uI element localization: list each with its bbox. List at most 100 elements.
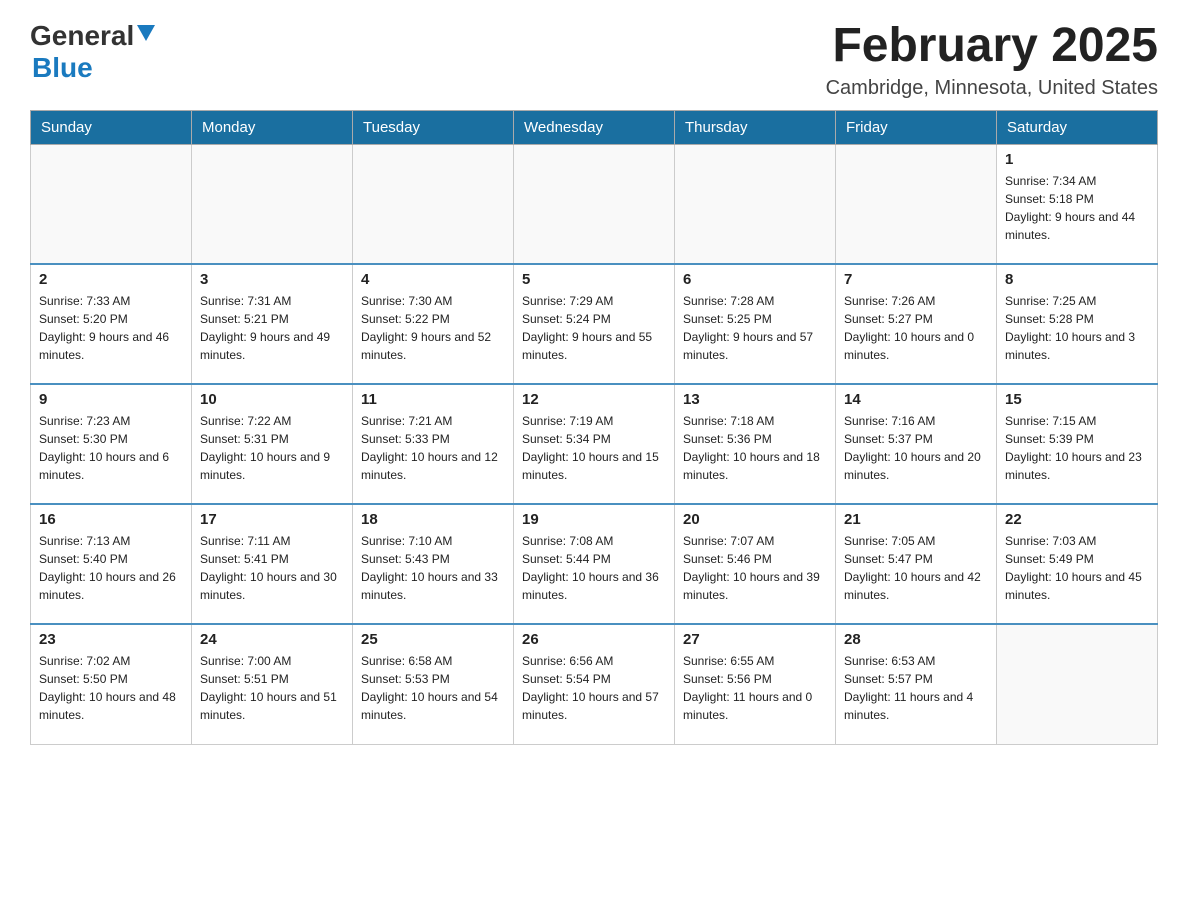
day-number: 21 xyxy=(844,511,988,528)
calendar-week-row: 9Sunrise: 7:23 AMSunset: 5:30 PMDaylight… xyxy=(31,384,1158,504)
calendar-week-row: 23Sunrise: 7:02 AMSunset: 5:50 PMDayligh… xyxy=(31,624,1158,744)
day-info-text: Sunrise: 6:53 AM xyxy=(844,652,988,670)
day-info-text: Daylight: 10 hours and 57 minutes. xyxy=(522,688,666,724)
day-info-text: Daylight: 10 hours and 39 minutes. xyxy=(683,568,827,604)
day-info-text: Sunset: 5:36 PM xyxy=(683,430,827,448)
day-info-text: Sunset: 5:33 PM xyxy=(361,430,505,448)
day-info-text: Daylight: 10 hours and 26 minutes. xyxy=(39,568,183,604)
day-info-text: Sunset: 5:28 PM xyxy=(1005,310,1149,328)
table-row: 12Sunrise: 7:19 AMSunset: 5:34 PMDayligh… xyxy=(514,384,675,504)
day-info-text: Sunset: 5:25 PM xyxy=(683,310,827,328)
table-row: 8 Sunrise: 7:25 AMSunset: 5:28 PMDaylight… xyxy=(997,264,1158,384)
day-info-text: Sunrise: 7:23 AM xyxy=(39,412,183,430)
table-row: 21Sunrise: 7:05 AMSunset: 5:47 PMDayligh… xyxy=(836,504,997,624)
day-info-text: Sunset: 5:54 PM xyxy=(522,670,666,688)
day-info-text: Daylight: 10 hours and 51 minutes. xyxy=(200,688,344,724)
header-sunday: Sunday xyxy=(31,110,192,144)
table-row xyxy=(997,624,1158,744)
day-number: 25 xyxy=(361,631,505,648)
day-info-text: Sunset: 5:20 PM xyxy=(39,310,183,328)
calendar-week-row: 2Sunrise: 7:33 AMSunset: 5:20 PMDaylight… xyxy=(31,264,1158,384)
header-friday: Friday xyxy=(836,110,997,144)
day-info-text: Sunset: 5:40 PM xyxy=(39,550,183,568)
day-info-text: Daylight: 10 hours and 33 minutes. xyxy=(361,568,505,604)
table-row xyxy=(836,144,997,264)
table-row xyxy=(675,144,836,264)
day-number: 11 xyxy=(361,391,505,408)
calendar-week-row: 16Sunrise: 7:13 AMSunset: 5:40 PMDayligh… xyxy=(31,504,1158,624)
day-info-text: Daylight: 10 hours and 0 minutes. xyxy=(844,328,988,364)
day-info-text: Sunset: 5:31 PM xyxy=(200,430,344,448)
day-number: 7 xyxy=(844,271,988,288)
day-info-text: Sunrise: 7:10 AM xyxy=(361,532,505,550)
day-info-text: Sunrise: 7:11 AM xyxy=(200,532,344,550)
day-number: 12 xyxy=(522,391,666,408)
day-info-text: Sunrise: 7:22 AM xyxy=(200,412,344,430)
page-header: General Blue February 2025 Cambridge, Mi… xyxy=(30,20,1158,100)
table-row: 9Sunrise: 7:23 AMSunset: 5:30 PMDaylight… xyxy=(31,384,192,504)
calendar-header-row: Sunday Monday Tuesday Wednesday Thursday… xyxy=(31,110,1158,144)
day-number: 10 xyxy=(200,391,344,408)
header-wednesday: Wednesday xyxy=(514,110,675,144)
day-info-text: Daylight: 10 hours and 30 minutes. xyxy=(200,568,344,604)
table-row: 18 Sunrise: 7:10 AMSunset: 5:43 PMDayligh… xyxy=(353,504,514,624)
day-number: 23 xyxy=(39,631,183,648)
table-row: 2Sunrise: 7:33 AMSunset: 5:20 PMDaylight… xyxy=(31,264,192,384)
day-info-text: Sunrise: 7:26 AM xyxy=(844,292,988,310)
day-info-text: Sunset: 5:21 PM xyxy=(200,310,344,328)
day-info-text: Daylight: 10 hours and 48 minutes. xyxy=(39,688,183,724)
day-info-text: Sunrise: 7:31 AM xyxy=(200,292,344,310)
day-info-text: Sunset: 5:47 PM xyxy=(844,550,988,568)
day-info-text: Sunrise: 7:16 AM xyxy=(844,412,988,430)
header-monday: Monday xyxy=(192,110,353,144)
table-row xyxy=(353,144,514,264)
day-info-text: Sunrise: 7:13 AM xyxy=(39,532,183,550)
day-info-text: Daylight: 10 hours and 6 minutes. xyxy=(39,448,183,484)
day-info-text: Daylight: 9 hours and 44 minutes. xyxy=(1005,208,1149,244)
day-info-text: Sunrise: 7:34 AM xyxy=(1005,172,1149,190)
day-number: 5 xyxy=(522,271,666,288)
day-info-text: Daylight: 10 hours and 23 minutes. xyxy=(1005,448,1149,484)
day-number: 26 xyxy=(522,631,666,648)
table-row: 20Sunrise: 7:07 AMSunset: 5:46 PMDayligh… xyxy=(675,504,836,624)
day-number: 3 xyxy=(200,271,344,288)
table-row: 23Sunrise: 7:02 AMSunset: 5:50 PMDayligh… xyxy=(31,624,192,744)
day-info-text: Sunset: 5:18 PM xyxy=(1005,190,1149,208)
table-row: 22Sunrise: 7:03 AMSunset: 5:49 PMDayligh… xyxy=(997,504,1158,624)
day-number: 28 xyxy=(844,631,988,648)
table-row: 28Sunrise: 6:53 AMSunset: 5:57 PMDayligh… xyxy=(836,624,997,744)
day-info-text: Sunrise: 7:25 AM xyxy=(1005,292,1149,310)
table-row: 17Sunrise: 7:11 AMSunset: 5:41 PMDayligh… xyxy=(192,504,353,624)
day-number: 24 xyxy=(200,631,344,648)
table-row: 4Sunrise: 7:30 AMSunset: 5:22 PMDaylight… xyxy=(353,264,514,384)
day-info-text: Sunrise: 7:18 AM xyxy=(683,412,827,430)
day-number: 16 xyxy=(39,511,183,528)
day-number: 18 xyxy=(361,511,505,528)
table-row: 7Sunrise: 7:26 AMSunset: 5:27 PMDaylight… xyxy=(836,264,997,384)
day-info-text: Daylight: 10 hours and 3 minutes. xyxy=(1005,328,1149,364)
day-number: 17 xyxy=(200,511,344,528)
table-row: 6Sunrise: 7:28 AMSunset: 5:25 PMDaylight… xyxy=(675,264,836,384)
day-number: 4 xyxy=(361,271,505,288)
day-info-text: Sunrise: 7:29 AM xyxy=(522,292,666,310)
calendar-table: Sunday Monday Tuesday Wednesday Thursday… xyxy=(30,110,1158,745)
day-info-text: Sunset: 5:51 PM xyxy=(200,670,344,688)
table-row xyxy=(514,144,675,264)
day-number: 8 xyxy=(1005,271,1149,288)
day-info-text: Sunset: 5:53 PM xyxy=(361,670,505,688)
day-info-text: Sunset: 5:43 PM xyxy=(361,550,505,568)
day-number: 20 xyxy=(683,511,827,528)
day-info-text: Daylight: 10 hours and 12 minutes. xyxy=(361,448,505,484)
day-info-text: Daylight: 9 hours and 49 minutes. xyxy=(200,328,344,364)
day-number: 19 xyxy=(522,511,666,528)
day-info-text: Sunrise: 7:07 AM xyxy=(683,532,827,550)
day-info-text: Sunset: 5:34 PM xyxy=(522,430,666,448)
day-number: 22 xyxy=(1005,511,1149,528)
day-info-text: Sunrise: 7:19 AM xyxy=(522,412,666,430)
day-info-text: Sunset: 5:44 PM xyxy=(522,550,666,568)
table-row: 11Sunrise: 7:21 AMSunset: 5:33 PMDayligh… xyxy=(353,384,514,504)
table-row: 5Sunrise: 7:29 AMSunset: 5:24 PMDaylight… xyxy=(514,264,675,384)
day-number: 2 xyxy=(39,271,183,288)
day-info-text: Daylight: 10 hours and 54 minutes. xyxy=(361,688,505,724)
day-info-text: Sunset: 5:37 PM xyxy=(844,430,988,448)
